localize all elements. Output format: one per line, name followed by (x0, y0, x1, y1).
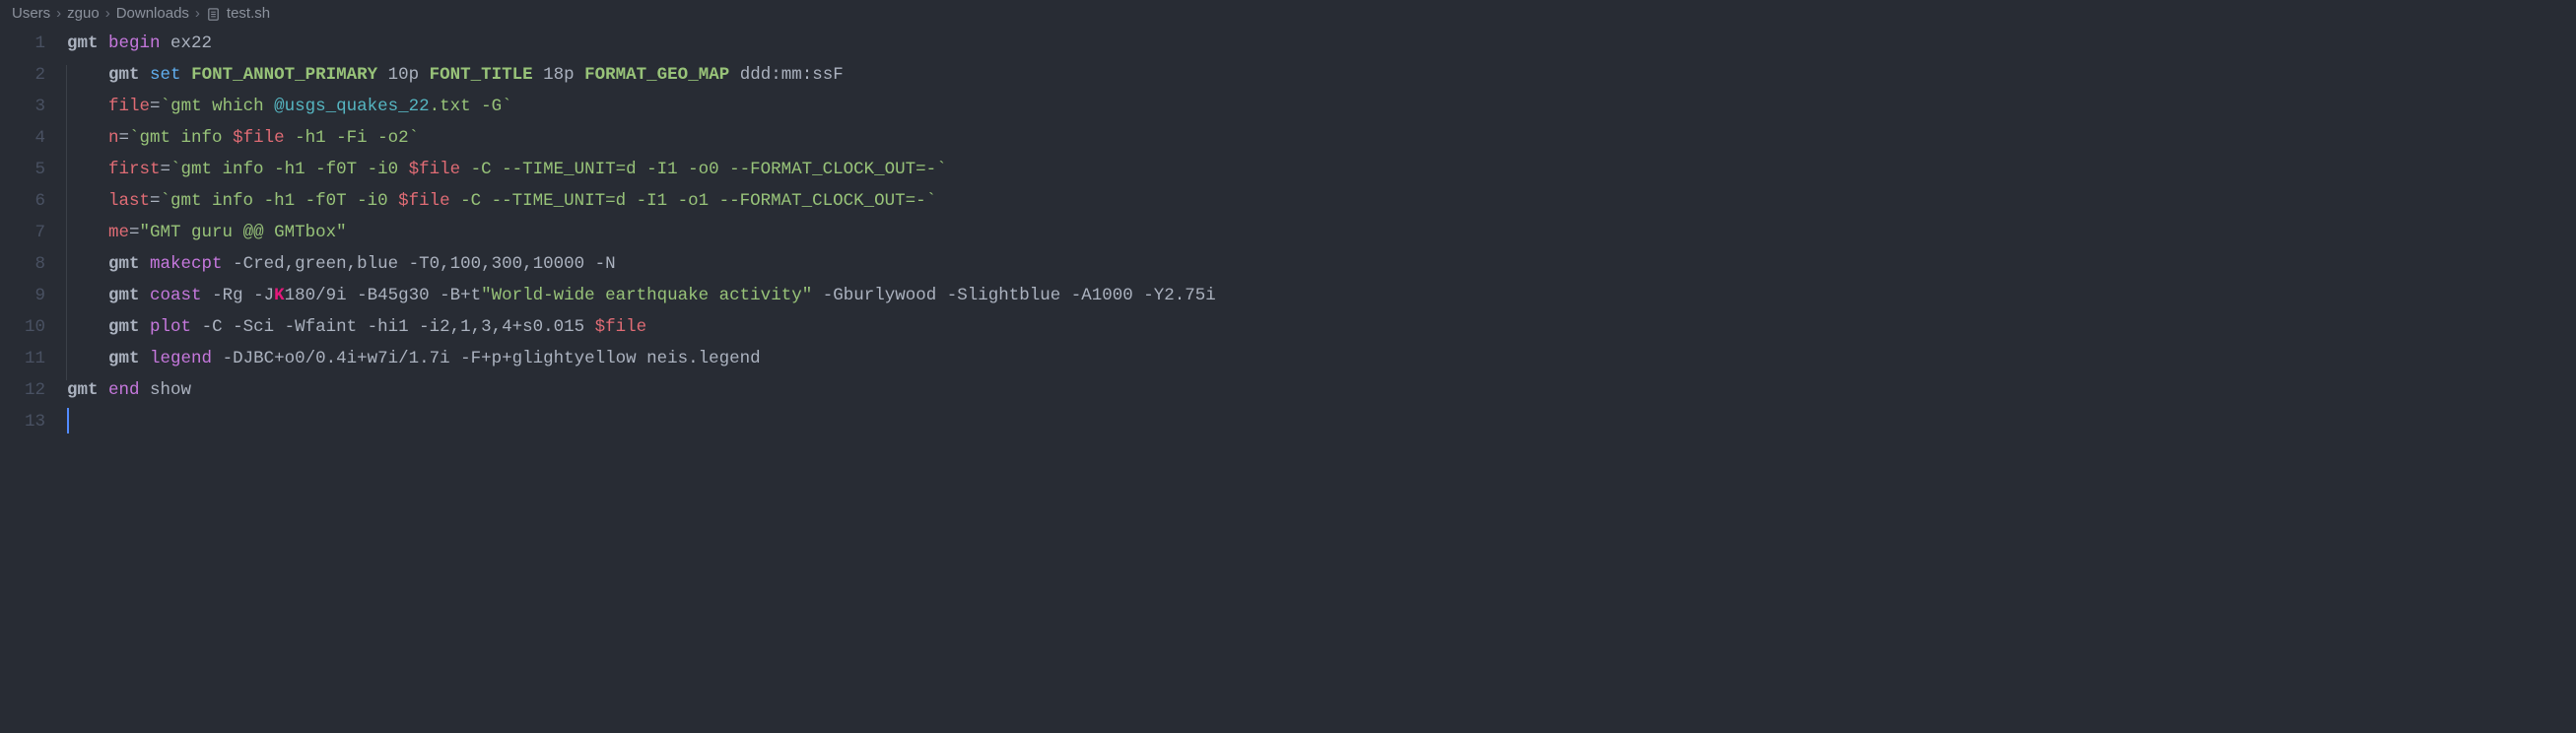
line-number: 13 (0, 406, 45, 437)
line-number-gutter: 12345678910111213 (0, 28, 67, 437)
code-line[interactable]: file=`gmt which @usgs_quakes_22.txt -G` (67, 91, 2576, 122)
line-number: 4 (0, 122, 45, 154)
line-number: 3 (0, 91, 45, 122)
line-number: 11 (0, 343, 45, 374)
code-content[interactable]: gmt begin ex22 gmt set FONT_ANNOT_PRIMAR… (67, 28, 2576, 437)
code-line[interactable]: gmt begin ex22 (67, 28, 2576, 59)
breadcrumb-separator: › (105, 3, 110, 26)
code-line[interactable]: me="GMT guru @@ GMTbox" (67, 217, 2576, 248)
code-line[interactable]: gmt plot -C -Sci -Wfaint -hi1 -i2,1,3,4+… (67, 311, 2576, 343)
breadcrumb-segment[interactable]: Users (12, 3, 50, 26)
line-number: 6 (0, 185, 45, 217)
line-number: 12 (0, 374, 45, 406)
line-number: 1 (0, 28, 45, 59)
code-line[interactable] (67, 406, 2576, 437)
code-line[interactable]: gmt set FONT_ANNOT_PRIMARY 10p FONT_TITL… (67, 59, 2576, 91)
line-number: 7 (0, 217, 45, 248)
breadcrumb-segment[interactable]: Downloads (116, 3, 189, 26)
code-line[interactable]: n=`gmt info $file -h1 -Fi -o2` (67, 122, 2576, 154)
line-number: 5 (0, 154, 45, 185)
code-line[interactable]: gmt legend -DJBC+o0/0.4i+w7i/1.7i -F+p+g… (67, 343, 2576, 374)
line-number: 10 (0, 311, 45, 343)
breadcrumb-filename[interactable]: test.sh (227, 3, 270, 26)
code-editor[interactable]: 12345678910111213 gmt begin ex22 gmt set… (0, 28, 2576, 437)
line-number: 9 (0, 280, 45, 311)
code-line[interactable]: gmt makecpt -Cred,green,blue -T0,100,300… (67, 248, 2576, 280)
line-number: 2 (0, 59, 45, 91)
breadcrumb-segment[interactable]: zguo (67, 3, 100, 26)
breadcrumb-separator: › (195, 3, 200, 26)
line-number: 8 (0, 248, 45, 280)
code-line[interactable]: last=`gmt info -h1 -f0T -i0 $file -C --T… (67, 185, 2576, 217)
file-lines-icon (206, 7, 221, 22)
breadcrumb[interactable]: Users › zguo › Downloads › test.sh (0, 0, 2576, 28)
code-line[interactable]: first=`gmt info -h1 -f0T -i0 $file -C --… (67, 154, 2576, 185)
code-line[interactable]: gmt coast -Rg -JK180/9i -B45g30 -B+t"Wor… (67, 280, 2576, 311)
breadcrumb-separator: › (56, 3, 61, 26)
code-line[interactable]: gmt end show (67, 374, 2576, 406)
text-cursor (67, 408, 69, 433)
